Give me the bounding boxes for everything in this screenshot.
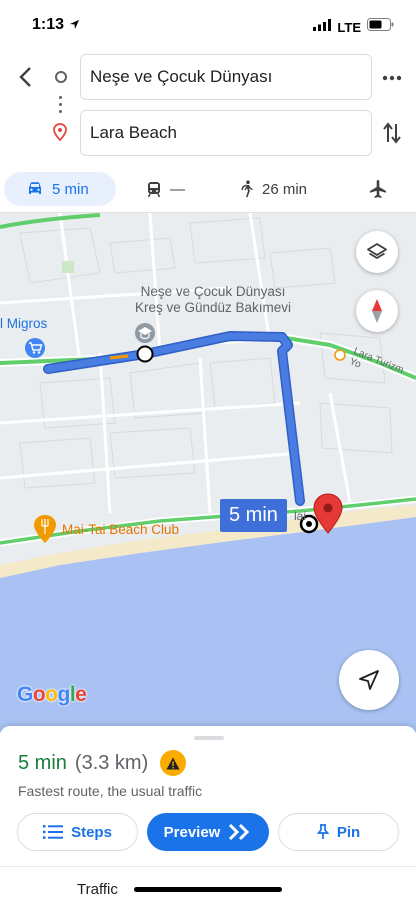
my-location-button[interactable] (339, 650, 399, 710)
tab-transit[interactable]: — (146, 172, 185, 206)
steps-button[interactable]: Steps (17, 813, 138, 851)
train-icon (147, 181, 161, 197)
warning-icon[interactable] (160, 750, 187, 776)
network-type: LTE (337, 19, 361, 35)
poi-label-line1: Neşe ve Çocuk Dünyası (140, 284, 286, 299)
route-connector-dots (59, 96, 62, 117)
route-header: Neşe ve Çocuk Dünyası Lara Beach (0, 48, 416, 166)
back-button[interactable] (12, 62, 38, 92)
car-icon (29, 182, 41, 194)
sheet-drag-handle[interactable] (194, 736, 224, 740)
destination-field[interactable]: Lara Beach (80, 110, 372, 156)
pin-label: Pin (336, 823, 361, 841)
partial-label: lai (294, 509, 307, 523)
signal-icon (313, 18, 332, 36)
swap-vertical-icon (383, 122, 401, 144)
home-indicator[interactable] (134, 887, 282, 892)
preview-label: Preview (163, 823, 221, 841)
route-description: Fastest route, the usual traffic (18, 783, 203, 799)
preview-button[interactable]: Preview (147, 813, 269, 851)
status-indicators: LTE (313, 18, 394, 36)
tab-drive[interactable]: 5 min (4, 172, 116, 206)
transit-time: — (170, 180, 185, 198)
drive-time: 5 min (52, 180, 89, 198)
origin-circle-icon (55, 71, 67, 83)
navigation-arrow-icon (359, 670, 379, 690)
more-horizontal-icon (382, 75, 402, 81)
route-summary: 5 min (3.3 km) (18, 750, 187, 776)
destination-pin-icon (53, 123, 67, 146)
maitai-label[interactable]: Mai-Tai Beach Club (62, 522, 179, 537)
double-chevron-icon (229, 823, 250, 841)
poi-label[interactable]: Neşe ve Çocuk Dünyası Kreş ve Gündüz Bak… (133, 284, 293, 316)
poi-label-line2: Kreş ve Gündüz Bakımevi (134, 300, 292, 315)
summary-time: 5 min (18, 751, 67, 774)
tab-walk[interactable]: 26 min (240, 172, 307, 206)
list-icon (43, 825, 64, 839)
layers-button[interactable] (356, 231, 398, 273)
bottom-bar: Traffic (0, 866, 416, 900)
walk-time: 26 min (262, 180, 308, 198)
tab-flight[interactable] (368, 172, 388, 206)
travel-mode-tabs: 5 min — 26 min (0, 168, 416, 212)
airplane-icon (370, 180, 386, 198)
origin-field[interactable]: Neşe ve Çocuk Dünyası (80, 54, 372, 100)
steps-label: Steps (71, 823, 112, 841)
swap-button[interactable] (380, 120, 404, 146)
compass-button[interactable] (356, 290, 398, 332)
walking-icon (241, 180, 253, 198)
more-options-button[interactable] (382, 68, 402, 88)
google-logo: Google (17, 683, 87, 706)
traffic-label[interactable]: Traffic (77, 881, 118, 898)
back-arrow-icon (19, 67, 31, 87)
layers-icon (367, 243, 387, 259)
status-bar: 1:13 LTE (0, 0, 416, 48)
location-arrow-icon (69, 17, 80, 35)
route-summary-sheet[interactable]: 5 min (3.3 km) Fastest route, the usual … (0, 726, 416, 866)
migros-label[interactable]: l Migros (0, 316, 47, 331)
compass-icon (372, 299, 382, 323)
status-time: 1:13 (32, 16, 65, 33)
pin-button[interactable]: Pin (278, 813, 399, 851)
map-view[interactable]: Neşe ve Çocuk Dünyası Kreş ve Gündüz Bak… (0, 212, 416, 732)
battery-icon (367, 18, 394, 36)
summary-distance: (3.3 km) (74, 751, 149, 774)
route-duration-badge[interactable]: 5 min (220, 499, 287, 532)
pushpin-icon (316, 824, 329, 839)
